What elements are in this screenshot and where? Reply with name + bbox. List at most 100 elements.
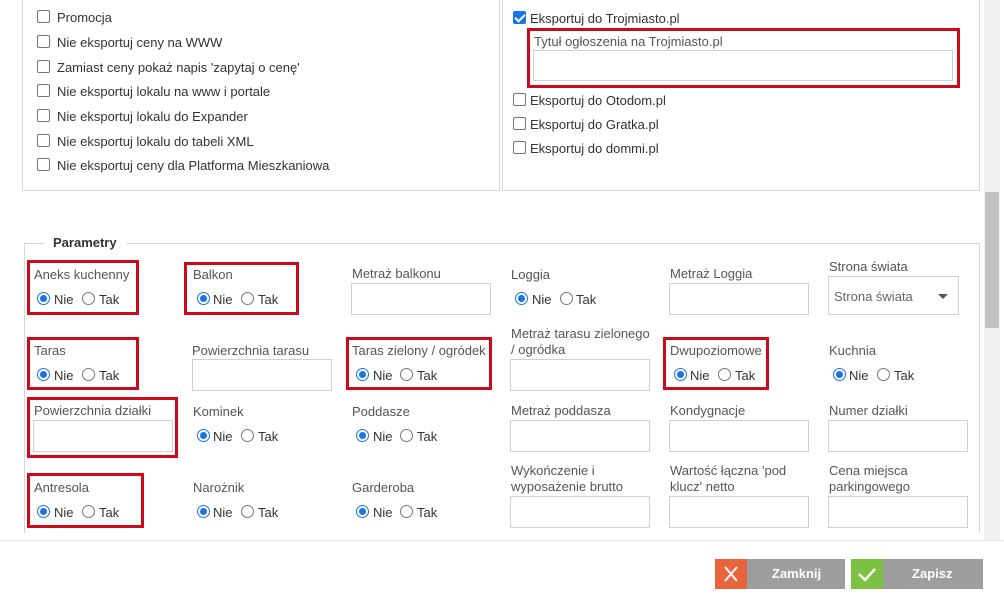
export-otodom-checkbox[interactable] [513,93,526,106]
export-dommi-checkbox[interactable] [513,141,526,154]
dwupoziomowe-tak-radio[interactable] [718,368,731,381]
taras-zielony-tak-radio[interactable] [400,368,413,381]
naroznik-tak-label[interactable]: Tak [258,505,278,520]
antresola-label: Antresola [34,480,89,495]
taras-tak-label[interactable]: Tak [99,368,119,383]
cena-parking-input[interactable] [828,496,968,528]
strona-swiata-value: Strona świata [834,289,913,304]
dwupoziomowe-nie-label[interactable]: Nie [690,368,710,383]
antresola-tak-label[interactable]: Tak [99,505,119,520]
loggia-nie-radio[interactable] [515,292,528,305]
scrollbar-thumb[interactable] [985,192,999,328]
wartosc-input[interactable] [669,496,809,528]
taras-nie-label[interactable]: Nie [54,368,74,383]
antresola-tak-radio[interactable] [82,505,95,518]
promocja-checkbox[interactable] [37,10,50,23]
cena-parking-label: Cena miejsca parkingowego [829,463,910,494]
kominek-nie-label[interactable]: Nie [213,429,233,444]
poddasze-tak-label[interactable]: Tak [417,429,437,444]
dwupoziomowe-tak-label[interactable]: Tak [735,368,755,383]
no-export-www-checkbox[interactable] [37,84,50,97]
no-export-xml-label[interactable]: Nie eksportuj lokalu do tabeli XML [57,134,254,149]
metraz-loggia-input[interactable] [669,283,809,315]
wykonczenie-input[interactable] [510,496,650,528]
pow-dzialki-input[interactable] [33,420,173,452]
no-export-platform-checkbox[interactable] [37,158,50,171]
taras-zielony-nie-label[interactable]: Nie [373,368,393,383]
no-export-expander-label[interactable]: Nie eksportuj lokalu do Expander [57,109,248,124]
loggia-tak-label[interactable]: Tak [576,292,596,307]
taras-zielony-nie-radio[interactable] [356,368,369,381]
export-trojmiasto-label[interactable]: Eksportuj do Trojmiasto.pl [530,11,680,26]
check-icon [851,559,883,589]
no-export-www-label[interactable]: Nie eksportuj lokalu na www i portale [57,84,270,99]
kominek-label: Kominek [193,404,244,419]
ask-price-checkbox[interactable] [37,60,50,73]
metraz-tarasu-zielonego-input[interactable] [510,359,650,391]
no-export-platform-label[interactable]: Nie eksportuj ceny dla Platforma Mieszka… [57,158,329,173]
aneks-tak-label[interactable]: Tak [99,292,119,307]
close-button[interactable]: Zamknij [715,559,845,589]
trojmiasto-title-input[interactable] [533,50,953,81]
kominek-nie-radio[interactable] [197,429,210,442]
poddasze-nie-label[interactable]: Nie [373,429,393,444]
wartosc-label: Wartość łączna 'pod klucz' netto [670,463,787,494]
aneks-tak-radio[interactable] [82,292,95,305]
pow-tarasu-input[interactable] [192,359,332,391]
metraz-poddasza-input[interactable] [510,420,650,452]
kuchnia-tak-radio[interactable] [877,368,890,381]
naroznik-tak-radio[interactable] [241,505,254,518]
poddasze-tak-radio[interactable] [400,429,413,442]
garderoba-tak-label[interactable]: Tak [417,505,437,520]
loggia-nie-label[interactable]: Nie [532,292,552,307]
dwupoziomowe-nie-radio[interactable] [674,368,687,381]
balkon-nie-label[interactable]: Nie [213,292,233,307]
antresola-nie-label[interactable]: Nie [54,505,74,520]
no-export-price-label[interactable]: Nie eksportuj ceny na WWW [57,35,222,50]
balkon-nie-radio[interactable] [197,292,210,305]
kuchnia-nie-radio[interactable] [833,368,846,381]
poddasze-label: Poddasze [352,404,410,419]
taras-label: Taras [34,343,66,358]
metraz-poddasza-label: Metraż poddasza [511,403,611,418]
loggia-tak-radio[interactable] [560,292,573,305]
strona-swiata-select[interactable]: Strona świata [828,276,959,315]
trojmiasto-title-label: Tytuł ogłoszenia na Trojmiasto.pl [534,34,723,49]
kominek-tak-label[interactable]: Tak [258,429,278,444]
promocja-label[interactable]: Promocja [57,10,112,25]
aneks-nie-label[interactable]: Nie [54,292,74,307]
taras-zielony-tak-label[interactable]: Tak [417,368,437,383]
ask-price-label[interactable]: Zamiast ceny pokaż napis 'zapytaj o cenę… [57,60,300,75]
export-gratka-label[interactable]: Eksportuj do Gratka.pl [530,117,659,132]
kuchnia-nie-label[interactable]: Nie [849,368,869,383]
export-gratka-checkbox[interactable] [513,117,526,130]
poddasze-nie-radio[interactable] [356,429,369,442]
metraz-loggia-label: Metraż Loggia [670,266,753,281]
aneks-nie-radio[interactable] [37,292,50,305]
garderoba-nie-radio[interactable] [356,505,369,518]
no-export-xml-checkbox[interactable] [37,134,50,147]
antresola-nie-radio[interactable] [37,505,50,518]
kuchnia-tak-label[interactable]: Tak [894,368,914,383]
balkon-label: Balkon [193,267,233,282]
export-dommi-label[interactable]: Eksportuj do dommi.pl [530,141,659,156]
kondygnacje-input[interactable] [669,420,809,452]
naroznik-nie-radio[interactable] [197,505,210,518]
kominek-tak-radio[interactable] [241,429,254,442]
naroznik-nie-label[interactable]: Nie [213,505,233,520]
footer-divider [0,540,1004,541]
no-export-expander-checkbox[interactable] [37,109,50,122]
export-otodom-label[interactable]: Eksportuj do Otodom.pl [530,93,666,108]
taras-nie-radio[interactable] [37,368,50,381]
taras-tak-radio[interactable] [82,368,95,381]
metraz-balkonu-input[interactable] [351,283,491,315]
numer-dzialki-input[interactable] [828,420,968,452]
garderoba-tak-radio[interactable] [400,505,413,518]
close-icon [715,559,747,589]
garderoba-nie-label[interactable]: Nie [373,505,393,520]
balkon-tak-radio[interactable] [241,292,254,305]
save-button[interactable]: Zapisz [851,559,983,589]
export-trojmiasto-checkbox[interactable] [513,11,526,24]
no-export-price-checkbox[interactable] [37,35,50,48]
balkon-tak-label[interactable]: Tak [258,292,278,307]
